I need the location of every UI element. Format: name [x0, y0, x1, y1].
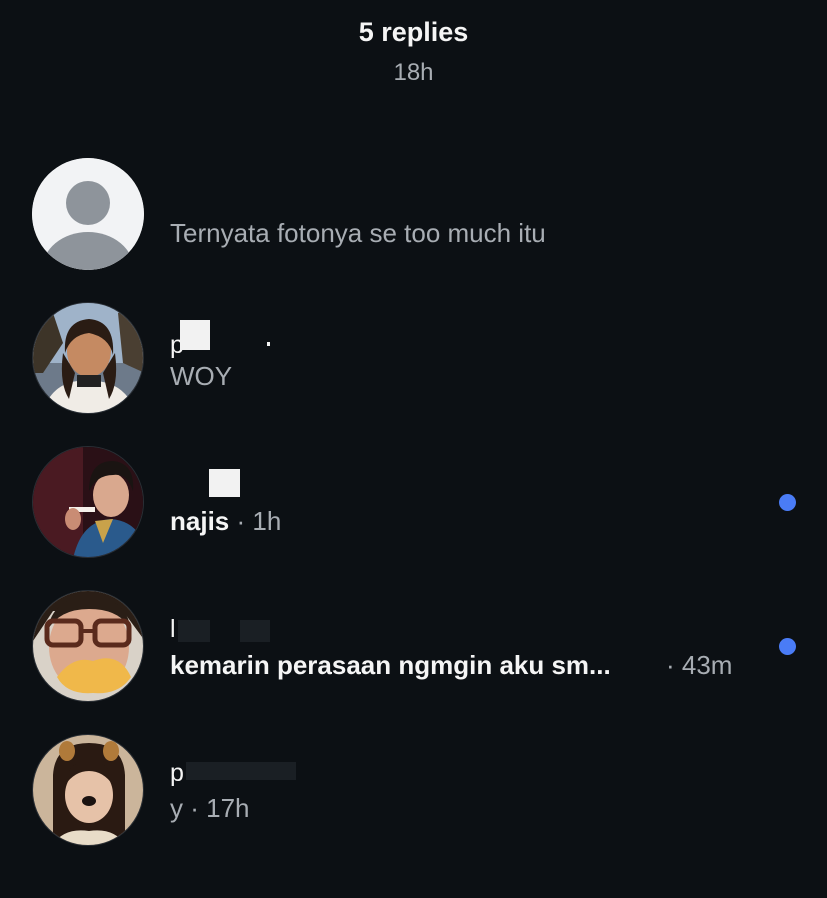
reply-message-text: najis — [170, 506, 230, 536]
user-avatar[interactable] — [32, 734, 144, 846]
redaction-mark — [209, 469, 240, 497]
redaction-mark — [178, 620, 210, 642]
redaction-mark — [180, 320, 210, 350]
reply-time: · 43m — [666, 650, 733, 680]
redaction-mark — [240, 620, 270, 642]
reply-message: kemarin perasaan ngmgin aku sm... — [170, 650, 611, 680]
reply-time: · 17h — [190, 793, 250, 823]
default-avatar-icon[interactable] — [32, 158, 144, 270]
reply-message: Ternyata fotonya se too much itu — [170, 218, 546, 248]
reply-message: y · 17h — [170, 792, 250, 824]
replies-timestamp: 18h — [393, 59, 434, 86]
reply-time: · 1h — [236, 506, 282, 536]
user-avatar[interactable] — [32, 446, 144, 558]
reply-username[interactable]: l — [170, 614, 176, 644]
reply-item[interactable]: l kemarin perasaan ngmgin aku sm... · 43… — [0, 590, 827, 704]
reply-message: najis · 1h — [170, 505, 281, 537]
replies-count-title: 5 replies — [358, 17, 469, 47]
user-avatar[interactable] — [32, 590, 144, 702]
redaction-mark — [267, 342, 270, 346]
reply-message: WOY — [170, 361, 233, 391]
reply-item[interactable]: p y · 17h — [0, 734, 827, 848]
reply-username[interactable]: p — [170, 758, 184, 788]
reply-message-text: y — [170, 793, 183, 823]
unread-indicator — [779, 494, 796, 511]
unread-indicator — [779, 638, 796, 655]
reply-item[interactable]: najis · 1h — [0, 446, 827, 560]
user-avatar[interactable] — [32, 302, 144, 414]
reply-item[interactable]: Ternyata fotonya se too much itu — [0, 158, 827, 272]
reply-item[interactable]: p WOY — [0, 302, 827, 416]
redaction-mark — [186, 762, 296, 780]
